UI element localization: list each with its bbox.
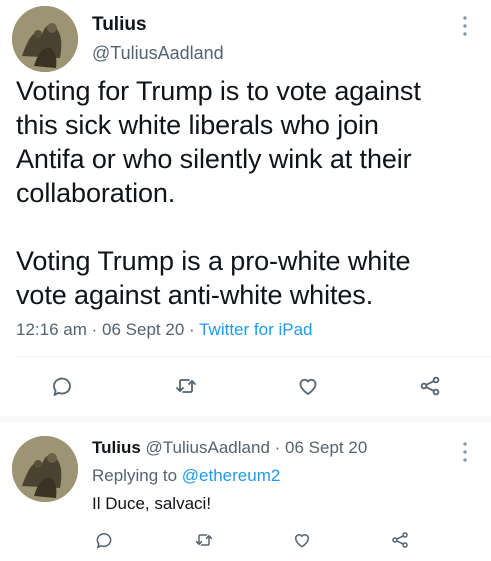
- author-name[interactable]: Tulius: [92, 14, 147, 36]
- meta-separator: ·: [189, 320, 195, 339]
- tweet-date[interactable]: 06 Sept 20: [102, 320, 184, 339]
- meta-separator: ·: [91, 320, 98, 339]
- reply-icon[interactable]: [48, 372, 76, 400]
- share-icon[interactable]: [416, 372, 444, 400]
- reply-more-options-icon[interactable]: [462, 440, 472, 464]
- reply-like-icon[interactable]: [288, 526, 316, 554]
- retweet-icon[interactable]: [172, 372, 200, 400]
- replying-mention[interactable]: @ethereum2: [182, 466, 281, 485]
- reply-reply-icon[interactable]: [90, 526, 118, 554]
- reply-separator: ·: [274, 438, 281, 457]
- replying-prefix: Replying to: [92, 466, 178, 485]
- reply-author-avatar[interactable]: [12, 436, 78, 502]
- tweet-meta: 12:16 am · 06 Sept 20 · Twitter for iPad: [16, 320, 312, 340]
- reply-author-name[interactable]: Tulius: [92, 438, 141, 457]
- reply-date[interactable]: 06 Sept 20: [285, 438, 367, 457]
- reply-retweet-icon[interactable]: [190, 526, 218, 554]
- reply-share-icon[interactable]: [386, 526, 414, 554]
- replying-to: Replying to @ethereum2: [92, 466, 280, 486]
- reply-author-handle[interactable]: @TuliusAadland: [146, 438, 270, 457]
- like-icon[interactable]: [294, 372, 322, 400]
- author-handle[interactable]: @TuliusAadland: [92, 43, 224, 64]
- more-options-icon[interactable]: [462, 14, 472, 38]
- avatar-image: [12, 6, 78, 72]
- reply-header: Tulius @TuliusAadland · 06 Sept 20: [92, 438, 367, 458]
- tweet-text: Voting for Trump is to vote against this…: [16, 76, 421, 310]
- reply-text: Il Duce, salvaci!: [92, 494, 212, 513]
- avatar-image: [12, 436, 78, 502]
- author-avatar[interactable]: [12, 6, 78, 72]
- tweet-source[interactable]: Twitter for iPad: [199, 320, 312, 339]
- divider: [0, 416, 491, 422]
- divider: [16, 356, 491, 357]
- tweet-time[interactable]: 12:16 am: [16, 320, 87, 339]
